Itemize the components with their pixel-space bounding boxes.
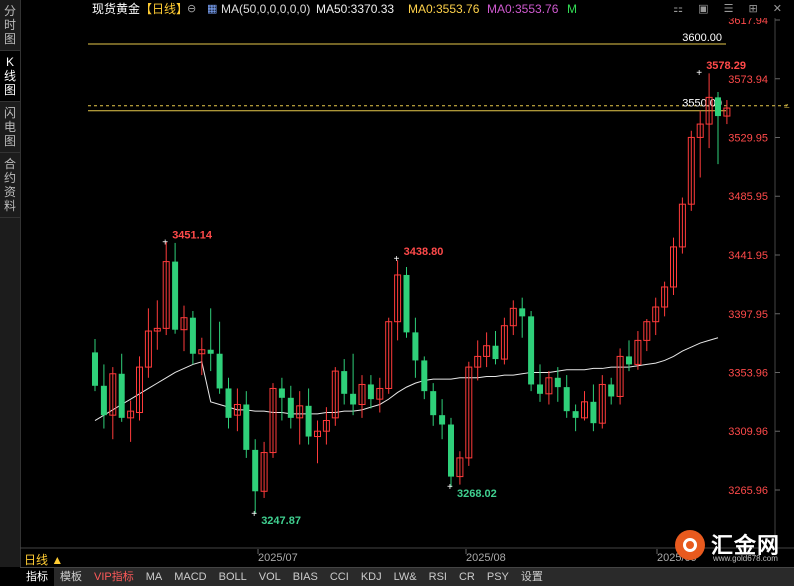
price-axis-label: 3529.95 (728, 132, 768, 144)
indicator-tab-6[interactable]: VOL (253, 568, 287, 586)
candle-body (715, 97, 721, 117)
indicator-tab-5[interactable]: BOLL (213, 568, 253, 586)
candle-body (519, 308, 526, 317)
candle-body (430, 391, 437, 416)
price-axis-label: 3573.94 (728, 74, 768, 86)
window-controls: ⚏ ▣ ☰ ⊞ ✕ (661, 0, 782, 18)
date-label: 2025/08 (466, 552, 506, 564)
candle-body (448, 424, 454, 477)
indicator-tab-1[interactable]: 模板 (54, 568, 88, 586)
candle-body (189, 317, 196, 354)
logo-icon (675, 530, 705, 560)
peak-annotation-marker: + (696, 68, 702, 79)
low-annotation-2-marker: + (447, 482, 453, 493)
candle-body (554, 377, 561, 388)
high-annotation-2: 3438.80 (404, 246, 444, 258)
candle-body (608, 384, 615, 397)
indicator-tab-11[interactable]: RSI (423, 568, 453, 586)
collapse-icon[interactable]: ⊖ (187, 0, 196, 18)
period-label[interactable]: 【日线】 (140, 0, 188, 18)
side-tab-3[interactable]: 合约资料 (0, 153, 20, 218)
candle-body (572, 411, 579, 418)
date-label: 2025/07 (258, 552, 298, 564)
candlestick-chart[interactable]: 3617.94 3573.94 3529.95 3485.95 3441.95 3397.… (20, 18, 794, 567)
candle-body (216, 353, 223, 389)
indicator-tab-2[interactable]: VIP指标 (88, 568, 140, 586)
candle-body (492, 345, 499, 360)
indicator-tab-10[interactable]: LW& (388, 568, 423, 586)
ma50-line (94, 337, 719, 421)
brand-logo: 汇金网 www.gold678.com (673, 527, 789, 563)
price-axis-label: 3353.96 (728, 367, 768, 379)
period-selector[interactable]: 日线 ▲ (24, 551, 63, 568)
candle-body (243, 404, 250, 450)
high-annotation-2-marker: + (394, 254, 400, 265)
candle-body (528, 316, 535, 385)
candle-body (287, 397, 294, 418)
low-annotation-1-marker: + (251, 509, 257, 520)
candle-body (252, 449, 259, 492)
price-axis-label: 3309.96 (728, 426, 768, 438)
candle-body (439, 415, 446, 425)
price-axis-label: 3617.94 (728, 18, 768, 27)
candle-body (626, 356, 632, 365)
side-tab-1[interactable]: K线图 (0, 51, 20, 102)
price-marker-icon: ⩡ (784, 102, 790, 113)
low-annotation-2: 3268.02 (457, 488, 497, 500)
indicator-tab-7[interactable]: BIAS (287, 568, 324, 586)
price-axis-label: 3441.95 (728, 250, 768, 262)
side-tab-2[interactable]: 闪电图 (0, 102, 20, 153)
candle-body (100, 385, 107, 416)
indicator-tab-8[interactable]: CCI (324, 568, 355, 586)
candle-body (305, 405, 312, 437)
indicator-tab-0[interactable]: 指标 (20, 568, 54, 586)
indicator-tab-4[interactable]: MACD (168, 568, 212, 586)
indicator-tab-12[interactable]: CR (453, 568, 481, 586)
chart-type-icon[interactable]: ▦ (207, 0, 217, 18)
candle-body (421, 360, 428, 392)
side-tabs: 分时图K线图闪电图合约资料 (0, 0, 21, 567)
ma-params[interactable]: MA(50,0,0,0,0,0) (221, 0, 310, 18)
logo-url: www.gold678.com (713, 554, 778, 563)
candle-body (537, 384, 543, 394)
list-icon[interactable]: ☰ (724, 3, 734, 15)
indicator-tab-9[interactable]: KDJ (355, 568, 388, 586)
candle-body (412, 332, 419, 361)
price-axis-label: 3397.95 (728, 309, 768, 321)
candle-body (172, 261, 179, 330)
candle-body (207, 349, 214, 354)
indicator-tab-13[interactable]: PSY (481, 568, 515, 586)
ma50-value: MA50:3370.33 (316, 2, 395, 16)
ma0-value-a: MA0:3553.76 (408, 2, 480, 16)
window-icon[interactable]: ▣ (698, 3, 708, 15)
price-axis-label: 3485.95 (728, 191, 768, 203)
candle-body (225, 388, 232, 418)
candle-body (341, 371, 348, 394)
indicator-tab-14[interactable]: 设置 (515, 568, 549, 586)
close-icon[interactable]: ✕ (773, 3, 782, 15)
level-label-3600: 3600.00 (682, 32, 722, 44)
side-tab-0[interactable]: 分时图 (0, 0, 20, 51)
candle-body (118, 373, 125, 418)
price-axis-label: 3265.96 (728, 485, 768, 497)
high-annotation-1: 3451.14 (172, 230, 213, 242)
m-label: M (567, 2, 577, 16)
peak-annotation: 3578.29 (706, 60, 746, 72)
candle-body (590, 401, 597, 424)
grid-icon[interactable]: ⚏ (673, 3, 683, 15)
candle-body (563, 387, 570, 412)
chart-header: 现货黄金 【日线】 ⊖ ▦ MA(50,0,0,0,0,0) MA50:3370… (22, 0, 794, 18)
candle-body (367, 384, 374, 400)
indicator-tab-3[interactable]: MA (140, 568, 169, 586)
candle-body (278, 388, 285, 398)
high-annotation-1-marker: + (162, 238, 168, 249)
indicator-tabs: 指标 模板 VIP指标 MA MACD BOLL VOL BIAS CCI KDJ LW& RSI CR… (20, 567, 794, 586)
symbol-name[interactable]: 现货黄金 (92, 0, 140, 18)
candle-body (403, 274, 410, 333)
layout-icon[interactable]: ⊞ (749, 3, 758, 15)
ma0-value-b: MA0:3553.76 (487, 2, 559, 16)
candle-body (92, 352, 98, 386)
candle-body (350, 393, 357, 405)
low-annotation-1: 3247.87 (261, 515, 301, 527)
